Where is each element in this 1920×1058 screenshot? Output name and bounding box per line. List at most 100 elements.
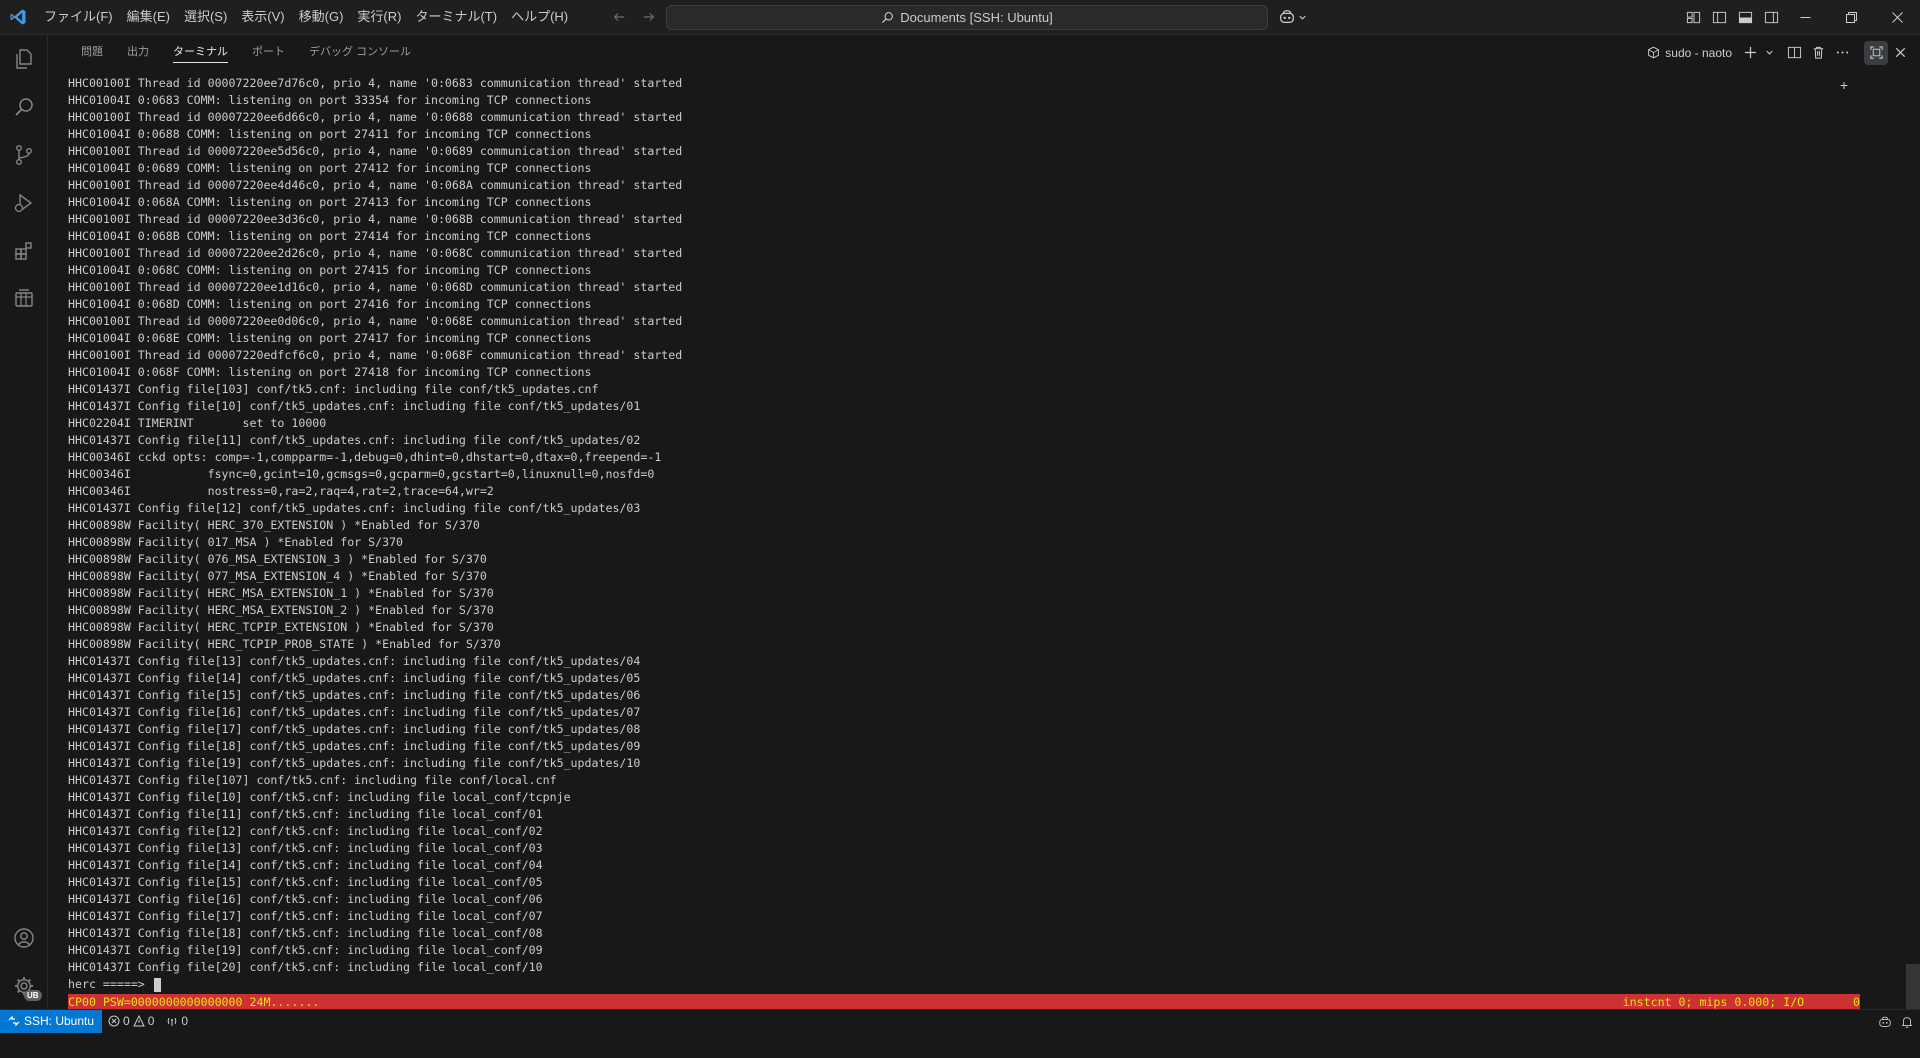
more-actions-icon[interactable]: [1830, 41, 1854, 65]
terminal-line: HHC01437I Config file[13] conf/tk5_updat…: [68, 654, 641, 668]
panel-actions: sudo - naoto: [1647, 35, 1920, 70]
terminal-line: HHC01004I 0:068F COMM: listening on port…: [68, 365, 592, 379]
ports-indicator[interactable]: 0: [160, 1010, 194, 1033]
terminal-line: HHC00100I Thread id 00007220ee2d26c0, pr…: [68, 246, 683, 260]
close-panel-icon[interactable]: [1888, 41, 1912, 65]
remote-explorer-icon[interactable]: [0, 275, 48, 323]
command-center[interactable]: Documents [SSH: Ubuntu]: [666, 5, 1268, 30]
tab-output[interactable]: 出力: [115, 35, 161, 70]
terminal-line: HHC00100I Thread id 00007220ee5d56c0, pr…: [68, 144, 683, 158]
menu-bar: ファイル(F) 編集(E) 選択(S) 表示(V) 移動(G) 実行(R) ター…: [37, 0, 575, 35]
error-count: 0: [123, 1014, 130, 1028]
terminal-line: HHC01437I Config file[18] conf/tk5.cnf: …: [68, 926, 543, 940]
remote-icon: [8, 1015, 20, 1027]
terminal-output[interactable]: HHC00100I Thread id 00007220ee7d76c0, pr…: [68, 75, 1908, 1005]
bottom-panel: 問題 出力 ターミナル ポート デバッグ コンソール sudo - naoto: [48, 35, 1920, 1010]
terminal-line: HHC00346I fsync=0,gcint=10,gcmsgs=0,gcpa…: [68, 467, 655, 481]
ports-count: 0: [181, 1014, 189, 1028]
customize-layout-icon[interactable]: [1680, 5, 1706, 31]
terminal-line: HHC00898W Facility( HERC_TCPIP_EXTENSION…: [68, 620, 494, 634]
terminal-selector[interactable]: sudo - naoto: [1647, 46, 1732, 60]
terminal-scrollbar[interactable]: [1906, 70, 1920, 1009]
remote-indicator[interactable]: SSH: Ubuntu: [0, 1009, 103, 1033]
terminal-line: HHC00100I Thread id 00007220ee6d66c0, pr…: [68, 110, 683, 124]
terminal-scrollbar-thumb[interactable]: [1906, 964, 1920, 1009]
warning-count: 0: [147, 1014, 155, 1028]
terminal-line: HHC01437I Config file[16] conf/tk5_updat…: [68, 705, 641, 719]
run-debug-icon[interactable]: [0, 179, 48, 227]
terminal-line: HHC00898W Facility( HERC_370_EXTENSION )…: [68, 518, 480, 532]
terminal-line: HHC00898W Facility( 076_MSA_EXTENSION_3 …: [68, 552, 487, 566]
terminal-shell-icon: [1648, 46, 1660, 59]
tab-terminal[interactable]: ターミナル: [161, 35, 240, 70]
tab-problems[interactable]: 問題: [69, 35, 115, 70]
terminal-line: HHC01437I Config file[14] conf/tk5.cnf: …: [68, 858, 543, 872]
terminal-profile-chevron-down-icon[interactable]: [1762, 41, 1776, 65]
notifications-bell-icon[interactable]: [1900, 1015, 1914, 1029]
navigation-arrows: [608, 6, 660, 28]
terminal-line: HHC00346I cckd opts: comp=-1,compparm=-1…: [68, 450, 662, 464]
menu-edit[interactable]: 編集(E): [120, 5, 177, 29]
status-bar-right: [1878, 1010, 1914, 1033]
terminal-line: HHC01437I Config file[11] conf/tk5.cnf: …: [68, 807, 543, 821]
menu-file[interactable]: ファイル(F): [37, 5, 120, 29]
explorer-icon[interactable]: [0, 35, 48, 83]
menu-help[interactable]: ヘルプ(H): [504, 5, 575, 29]
terminal-line: HHC01437I Config file[10] conf/tk5.cnf: …: [68, 790, 571, 804]
terminal-line: HHC01437I Config file[19] conf/tk5.cnf: …: [68, 943, 543, 957]
new-terminal-icon[interactable]: [1738, 41, 1762, 65]
manage-gear-icon[interactable]: UB: [0, 962, 48, 1010]
terminal-line: HHC01437I Config file[15] conf/tk5_updat…: [68, 688, 641, 702]
terminal-line: HHC01004I 0:068C COMM: listening on port…: [68, 263, 592, 277]
tab-ports[interactable]: ポート: [240, 35, 297, 70]
copilot-status-icon[interactable]: [1878, 1015, 1892, 1029]
terminal-line: HHC01004I 0:068D COMM: listening on port…: [68, 297, 592, 311]
tab-debug-console[interactable]: デバッグ コンソール: [297, 35, 423, 70]
command-center-label: Documents [SSH: Ubuntu]: [900, 10, 1053, 25]
terminal-line: HHC00898W Facility( 077_MSA_EXTENSION_4 …: [68, 569, 487, 583]
toggle-primary-sidebar-icon[interactable]: [1706, 5, 1732, 31]
menu-go[interactable]: 移動(G): [292, 5, 351, 29]
restore-panel-size-icon[interactable]: [1864, 40, 1888, 65]
terminal-line: HHC01437I Config file[103] conf/tk5.cnf:…: [68, 382, 599, 396]
terminal-line: HHC00898W Facility( HERC_MSA_EXTENSION_2…: [68, 603, 494, 617]
layout-controls: [1680, 0, 1784, 35]
terminal-line: HHC01437I Config file[20] conf/tk5.cnf: …: [68, 960, 543, 974]
activity-bar: UB: [0, 35, 48, 1009]
terminal-prompt-line[interactable]: herc =====>: [68, 976, 1908, 993]
accounts-badge: UB: [24, 990, 42, 1001]
terminal-line: HHC01004I 0:0688 COMM: listening on port…: [68, 127, 592, 141]
back-arrow-icon[interactable]: [608, 6, 630, 28]
close-icon[interactable]: [1874, 0, 1920, 35]
error-icon: [108, 1015, 120, 1027]
menu-terminal[interactable]: ターミナル(T): [408, 5, 504, 29]
restore-icon[interactable]: [1828, 0, 1874, 35]
forward-arrow-icon[interactable]: [638, 6, 660, 28]
accounts-icon[interactable]: [0, 914, 48, 962]
search-icon[interactable]: [0, 83, 48, 131]
terminal-line: HHC00100I Thread id 00007220edfcf6c0, pr…: [68, 348, 683, 362]
toggle-secondary-sidebar-icon[interactable]: [1758, 5, 1784, 31]
radio-tower-icon: [168, 1017, 177, 1026]
hercules-instruction-status: instcnt 0; mips 0.000; I/O 0: [1622, 995, 1860, 1009]
terminal-line: HHC01437I Config file[12] conf/tk5_updat…: [68, 501, 641, 515]
menu-view[interactable]: 表示(V): [234, 5, 291, 29]
minimize-icon[interactable]: [1782, 0, 1828, 35]
source-control-icon[interactable]: [0, 131, 48, 179]
copilot-button[interactable]: [1278, 6, 1307, 28]
split-terminal-icon[interactable]: [1782, 41, 1806, 65]
menu-selection[interactable]: 選択(S): [177, 5, 234, 29]
terminal-line: HHC00100I Thread id 00007220ee7d76c0, pr…: [68, 76, 683, 90]
terminal-line: HHC00346I nostress=0,ra=2,raq=4,rat=2,tr…: [68, 484, 494, 498]
warning-icon: [132, 1015, 145, 1027]
toggle-panel-icon[interactable]: [1732, 5, 1758, 31]
extensions-icon[interactable]: [0, 227, 48, 275]
hercules-prompt: herc =====>: [68, 977, 152, 991]
problems-indicator[interactable]: 0 0: [102, 1010, 160, 1033]
terminal-line: HHC01437I Config file[107] conf/tk5.cnf:…: [68, 773, 557, 787]
menu-run[interactable]: 実行(R): [350, 5, 408, 29]
terminal-line: HHC01004I 0:068A COMM: listening on port…: [68, 195, 592, 209]
kill-terminal-trash-icon[interactable]: [1806, 41, 1830, 65]
terminal-line: HHC00100I Thread id 00007220ee3d36c0, pr…: [68, 212, 683, 226]
terminal-line: HHC01437I Config file[11] conf/tk5_updat…: [68, 433, 641, 447]
